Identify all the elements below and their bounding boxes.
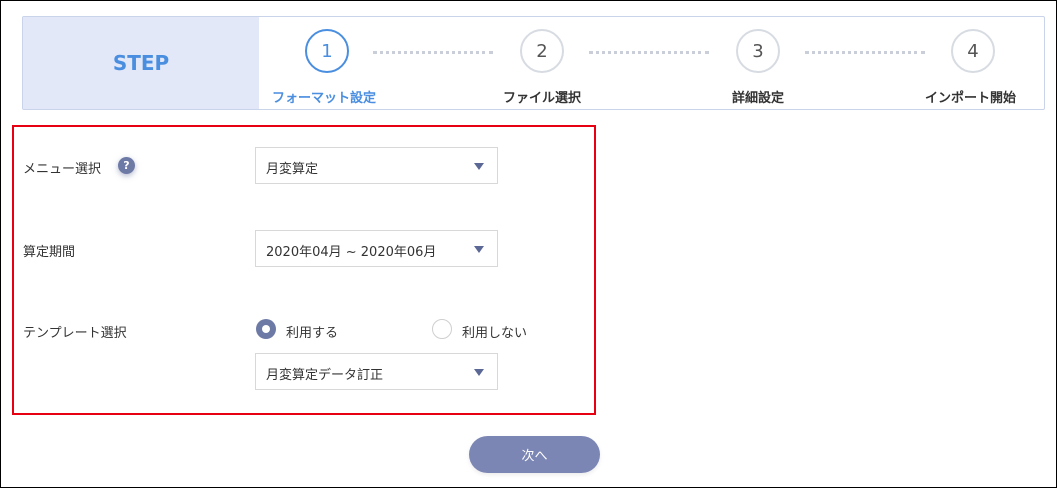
step-progress-bar: STEP 1 フォーマット設定 2 ファイル選択 3 詳細設定 4 インポート開… — [22, 16, 1045, 110]
template-select[interactable]: 月変算定データ訂正 — [255, 353, 498, 390]
menu-select-value: 月変算定 — [266, 162, 319, 177]
period-select[interactable]: 2020年04月 ~ 2020年06月 — [255, 230, 498, 267]
radio-use-template-label[interactable]: 利用する — [286, 322, 338, 341]
next-button[interactable]: 次へ — [469, 436, 600, 473]
step-3-label: 詳細設定 — [732, 91, 785, 106]
step-4-circle: 4 — [951, 29, 995, 73]
period-label: 算定期間 — [23, 245, 76, 260]
question-circle-icon[interactable]: ? — [118, 157, 135, 174]
radio-no-template[interactable] — [432, 319, 452, 339]
period-select-value: 2020年04月 ~ 2020年06月 — [266, 245, 437, 260]
radio-use-template[interactable] — [256, 319, 276, 339]
caret-down-icon — [474, 246, 484, 253]
step-2-circle: 2 — [520, 29, 564, 73]
caret-down-icon — [474, 163, 484, 170]
step-connector-2 — [589, 51, 709, 54]
template-select-label: テンプレート選択 — [23, 326, 127, 341]
menu-select-label: メニュー選択 — [23, 162, 102, 177]
radio-no-template-label[interactable]: 利用しない — [462, 322, 527, 341]
step-title: STEP — [112, 51, 170, 75]
step-1-label: フォーマット設定 — [272, 91, 377, 106]
template-select-value: 月変算定データ訂正 — [266, 368, 384, 383]
menu-select[interactable]: 月変算定 — [255, 147, 498, 184]
step-1-circle: 1 — [305, 29, 349, 73]
step-4-label: インポート開始 — [925, 91, 1017, 106]
step-connector-3 — [805, 51, 925, 54]
step-3-circle: 3 — [736, 29, 780, 73]
step-title-box: STEP — [23, 17, 259, 109]
step-connector-1 — [373, 51, 493, 54]
caret-down-icon — [474, 369, 484, 376]
step-2-label: ファイル選択 — [503, 91, 582, 106]
